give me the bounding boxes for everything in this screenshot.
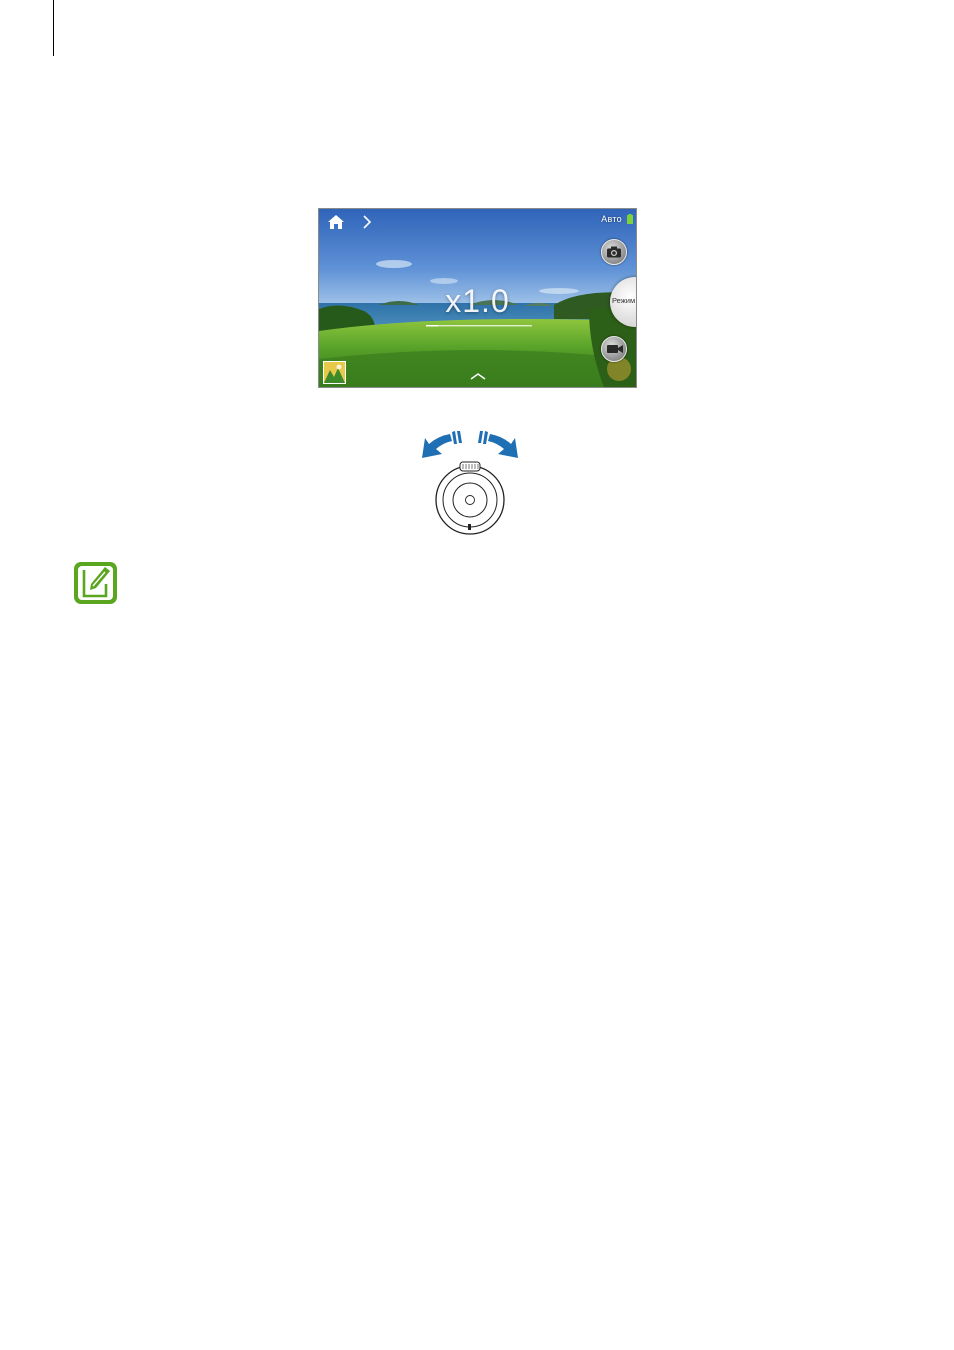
home-button[interactable] [327,214,345,230]
video-record-button[interactable] [601,336,627,362]
gallery-thumbnail[interactable] [323,361,346,384]
home-icon [328,215,344,229]
zoom-level-indicator: x1.0 [445,283,510,319]
settings-arrow-button[interactable] [361,214,373,230]
zoom-scale-bar [426,325,532,327]
zoom-dial-rotate-icon [422,431,518,535]
rotate-left-arrow [422,434,452,458]
chevron-right-icon [363,215,372,229]
page-margin-rule [53,0,54,56]
camera-icon [607,246,621,258]
battery-icon [627,214,633,224]
rotate-right-arrow [488,434,518,458]
camera-viewfinder[interactable]: Авто x1.0 Режим [318,208,637,388]
shooting-mode-label: Авто [601,214,622,224]
mode-dial-label: Режим [612,296,636,305]
chevron-up-icon[interactable] [469,371,487,381]
photo-shutter-button[interactable] [601,239,627,265]
note-pencil-icon [74,562,117,604]
video-camera-icon [607,345,623,353]
gallery-thumbnail-image [324,362,345,383]
